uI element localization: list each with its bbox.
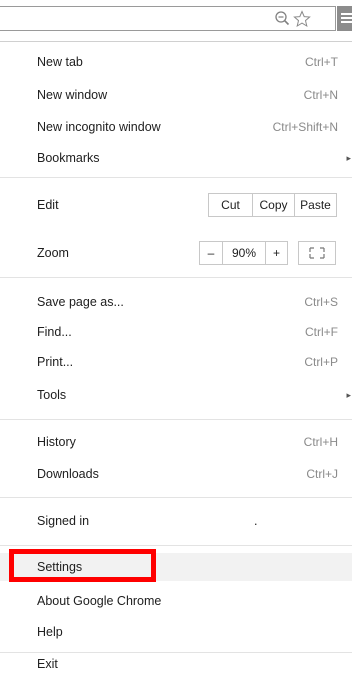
menu-separator	[0, 177, 352, 178]
shortcut-text: Ctrl+J	[306, 467, 338, 481]
bookmark-star-icon[interactable]	[293, 10, 311, 28]
menu-item-edit: Edit Cut Copy Paste	[0, 191, 352, 219]
menu-item-find[interactable]: Find... Ctrl+F	[0, 318, 352, 346]
fullscreen-icon	[299, 242, 335, 264]
cut-button[interactable]: Cut	[209, 194, 252, 216]
menu-item-label: Zoom	[37, 246, 69, 260]
menu-item-history[interactable]: History Ctrl+H	[0, 428, 352, 456]
chrome-menu: New tab Ctrl+T New window Ctrl+N New inc…	[0, 41, 352, 684]
omnibox[interactable]	[0, 6, 336, 31]
menu-item-label: History	[37, 435, 76, 449]
menu-item-label: Find...	[37, 325, 72, 339]
menu-item-label: New incognito window	[37, 120, 161, 134]
shortcut-text: Ctrl+H	[303, 435, 338, 449]
menu-item-downloads[interactable]: Downloads Ctrl+J	[0, 460, 352, 488]
menu-separator	[0, 497, 352, 498]
menu-item-label: Exit	[37, 657, 58, 671]
zoom-out-button[interactable]: –	[200, 242, 222, 264]
shortcut-text: Ctrl+T	[305, 55, 338, 69]
menu-item-save-page[interactable]: Save page as... Ctrl+S	[0, 288, 352, 316]
hamburger-menu-icon[interactable]	[337, 6, 352, 31]
shortcut-text: Ctrl+Shift+N	[272, 120, 338, 134]
menu-item-label: Help	[37, 625, 63, 639]
menu-item-label: Bookmarks	[37, 151, 100, 165]
browser-toolbar	[0, 0, 352, 40]
settings-highlight-box	[9, 549, 156, 582]
paste-button[interactable]: Paste	[295, 194, 336, 216]
zoom-level: 90%	[231, 246, 257, 260]
menu-separator	[0, 419, 352, 420]
zoom-in-button[interactable]: +	[266, 242, 287, 264]
menu-item-zoom: Zoom – 90% +	[0, 239, 352, 267]
submenu-arrow-icon: ▸	[346, 153, 351, 163]
menu-item-bookmarks[interactable]: Bookmarks ▸	[0, 144, 352, 172]
menu-item-new-tab[interactable]: New tab Ctrl+T	[0, 48, 352, 76]
menu-item-new-incognito[interactable]: New incognito window Ctrl+Shift+N	[0, 113, 352, 141]
menu-item-tools[interactable]: Tools ▸	[0, 381, 352, 409]
menu-item-label: New window	[37, 88, 108, 102]
menu-item-new-window[interactable]: New window Ctrl+N	[0, 81, 352, 109]
menu-separator	[0, 545, 352, 546]
menu-separator	[0, 277, 352, 278]
menu-item-label: Tools	[37, 388, 67, 402]
signed-in-suffix: .	[254, 514, 258, 528]
fullscreen-button[interactable]	[298, 241, 336, 265]
edit-button-group: Cut Copy Paste	[208, 193, 337, 217]
menu-item-label: About Google Chrome	[37, 594, 162, 608]
menu-item-label: Edit	[37, 198, 59, 212]
menu-item-help[interactable]: Help	[0, 618, 352, 646]
menu-item-label: Downloads	[37, 467, 99, 481]
menu-item-label: New tab	[37, 55, 83, 69]
menu-item-signed-in[interactable]: Signed in .	[0, 507, 352, 535]
submenu-arrow-icon: ▸	[346, 390, 351, 400]
shortcut-text: Ctrl+F	[305, 325, 338, 339]
magnifier-minus-icon[interactable]	[274, 10, 292, 28]
menu-item-label: Save page as...	[37, 295, 124, 309]
shortcut-text: Ctrl+P	[304, 355, 338, 369]
menu-item-about[interactable]: About Google Chrome	[0, 587, 352, 615]
menu-item-label: Print...	[37, 355, 74, 369]
shortcut-text: Ctrl+S	[304, 295, 338, 309]
copy-button[interactable]: Copy	[253, 194, 294, 216]
menu-item-exit[interactable]: Exit	[0, 650, 352, 678]
shortcut-text: Ctrl+N	[303, 88, 338, 102]
zoom-control-group: – 90% +	[199, 241, 288, 265]
menu-item-print[interactable]: Print... Ctrl+P	[0, 348, 352, 376]
menu-item-label: Signed in	[37, 514, 90, 528]
